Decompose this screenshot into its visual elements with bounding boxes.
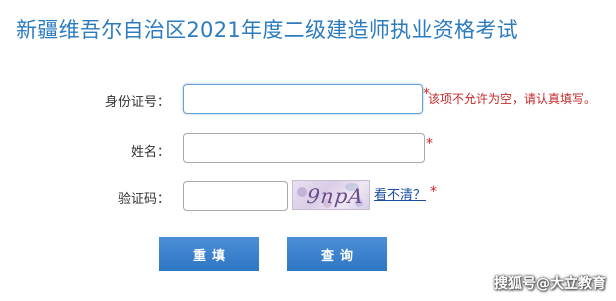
id-number-label: 身份证号： <box>104 95 170 110</box>
captcha-image-text: 9npA <box>305 184 366 208</box>
page-title: 新疆维吾尔自治区2021年度二级建造师执业资格考试 <box>16 18 518 42</box>
name-input[interactable] <box>183 133 425 163</box>
captcha-image[interactable]: 9npA <box>292 180 370 210</box>
captcha-required-mark: * <box>430 184 437 200</box>
watermark: 搜狐号@大立教育 <box>494 276 606 292</box>
captcha-input[interactable] <box>183 181 288 211</box>
captcha-refresh-link[interactable]: 看不清？ <box>374 184 426 203</box>
query-button[interactable]: 查询 <box>287 237 387 271</box>
captcha-label: 验证码： <box>117 192 170 207</box>
id-number-error-message: 该项不允许为空，请认真填写。 <box>428 92 597 106</box>
name-required-mark: * <box>426 136 433 152</box>
id-number-input[interactable] <box>183 84 423 114</box>
reset-button[interactable]: 重填 <box>159 237 259 271</box>
name-label: 姓名： <box>130 145 170 160</box>
